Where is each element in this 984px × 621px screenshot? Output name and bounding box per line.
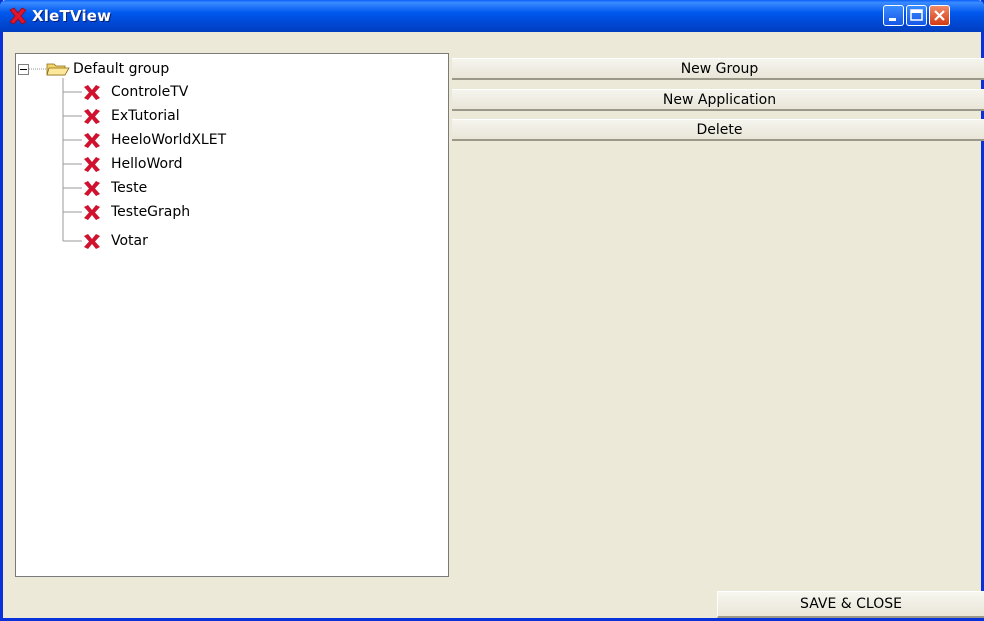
tree-item-heeloworldxlet[interactable]: HeeloWorldXLET [16,130,436,150]
tree-item-teste[interactable]: Teste [16,178,436,198]
tree-item-label: Votar [111,233,148,249]
tree-item-label: TesteGraph [111,204,191,220]
tree-item-label: HeeloWorldXLET [111,132,227,148]
save-close-button[interactable]: SAVE & CLOSE [717,591,984,618]
tree-item-helloword[interactable]: HelloWord [16,154,436,174]
close-icon [934,10,945,21]
delete-button[interactable]: Delete [452,119,984,141]
maximize-icon [910,9,923,21]
minimize-icon [889,18,896,21]
xlet-tree[interactable]: Default group ControleTV ExTutorial Heel… [15,53,449,577]
app-logo-icon [9,7,27,25]
xlet-icon [84,181,100,196]
tree-item-extutorial[interactable]: ExTutorial [16,106,436,126]
tree-item-label: ExTutorial [111,108,180,124]
folder-open-icon [46,63,70,76]
tree-item-controletv[interactable]: ControleTV [16,82,436,102]
app-window: XleTView Default group ControleTV ExTuto… [0,0,984,621]
xlet-icon [84,205,100,220]
tree-root-default-group[interactable]: Default group [16,59,436,79]
new-application-button[interactable]: New Application [452,89,984,111]
tree-item-label: Teste [111,180,148,196]
xlet-icon [84,109,100,124]
tree-item-testegraph[interactable]: TesteGraph [16,202,436,222]
tree-root-label: Default group [73,61,170,77]
window-title: XleTView [32,7,112,25]
minimize-button[interactable] [883,5,904,26]
tree-item-votar[interactable]: Votar [16,231,436,251]
close-button[interactable] [929,5,950,26]
xlet-icon [84,85,100,100]
xlet-icon [84,234,100,249]
tree-item-label: ControleTV [111,84,189,100]
xlet-icon [84,133,100,148]
tree-item-label: HelloWord [111,156,183,172]
collapse-toggle-icon[interactable] [18,64,29,75]
xlet-icon [84,157,100,172]
new-group-button[interactable]: New Group [452,58,984,80]
maximize-button[interactable] [906,5,927,26]
title-bar[interactable]: XleTView [0,0,984,32]
